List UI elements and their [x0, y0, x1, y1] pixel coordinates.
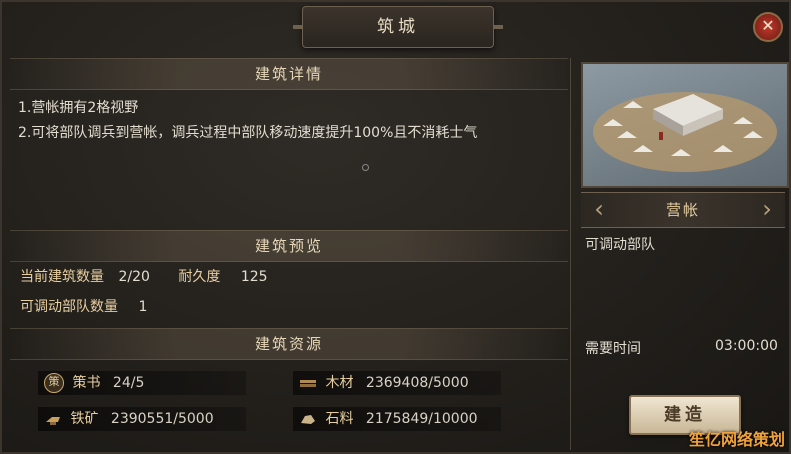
troops-label: 可调动部队数量: [20, 299, 118, 315]
camp-illustration: [593, 92, 777, 172]
resource-wood: 木材 2369408/5000: [293, 371, 501, 395]
detail-line-2: 2.可将部队调兵到营帐，调兵过程中部队移动速度提升100%且不消耗士气: [18, 125, 478, 141]
watermark: 笙亿网络策划: [688, 430, 785, 449]
wood-icon: [300, 380, 316, 387]
troops-row: 可调动部队数量 1: [20, 296, 147, 316]
iron-ore-icon: [46, 417, 60, 425]
resource-value: 2390551/5000: [110, 411, 214, 427]
resource-name: 铁矿: [70, 411, 99, 427]
building-count-row: 当前建筑数量 2/20 耐久度 125: [20, 266, 268, 286]
building-effect: 可调动部队: [585, 237, 655, 253]
time-value: 03:00:00: [715, 338, 778, 354]
resource-name: 策书: [72, 375, 101, 391]
resource-name: 木材: [325, 375, 354, 391]
time-label: 需要时间: [585, 341, 641, 357]
building-count-label: 当前建筑数量: [20, 269, 104, 285]
building-image: [581, 62, 789, 188]
resource-iron: 铁矿 2390551/5000: [38, 407, 246, 431]
scroll-dot-icon: [362, 164, 369, 171]
next-building-icon[interactable]: ›: [757, 194, 777, 224]
strategy-book-icon: 策: [44, 373, 64, 393]
detail-line-1: 1.营帐拥有2格视野: [18, 100, 139, 116]
panel-divider: [570, 58, 571, 450]
window-title: 筑城: [293, 6, 503, 48]
prev-building-icon[interactable]: ‹: [589, 194, 609, 224]
left-panel: 建筑详情 1.营帐拥有2格视野 2.可将部队调兵到营帐，调兵过程中部队移动速度提…: [10, 58, 568, 450]
right-panel: 营帐 ‹ › 可调动部队 需要时间 03:00:00 建造: [577, 58, 789, 450]
details-text: 1.营帐拥有2格视野 2.可将部队调兵到营帐，调兵过程中部队移动速度提升100%…: [18, 96, 563, 146]
details-heading: 建筑详情: [10, 58, 568, 90]
close-icon[interactable]: ✕: [753, 12, 783, 42]
building-count-value: 2/20: [118, 269, 150, 285]
resource-strategy-book: 策 策书 24/5: [38, 371, 246, 395]
build-window: 筑城 ✕ 建筑详情 1.营帐拥有2格视野 2.可将部队调兵到营帐，调兵过程中部队…: [0, 0, 791, 454]
stone-icon: [301, 415, 315, 424]
resource-value: 2369408/5000: [365, 375, 469, 391]
resource-value: 2175849/10000: [365, 411, 478, 427]
resources-heading: 建筑资源: [10, 328, 568, 360]
resource-value: 24/5: [112, 375, 145, 391]
resource-stone: 石料 2175849/10000: [293, 407, 501, 431]
building-name: 营帐: [581, 192, 785, 228]
durability-label: 耐久度: [178, 269, 221, 285]
resource-name: 石料: [325, 411, 354, 427]
preview-heading: 建筑预览: [10, 230, 568, 262]
troops-value: 1: [138, 299, 148, 315]
durability-value: 125: [240, 269, 268, 285]
